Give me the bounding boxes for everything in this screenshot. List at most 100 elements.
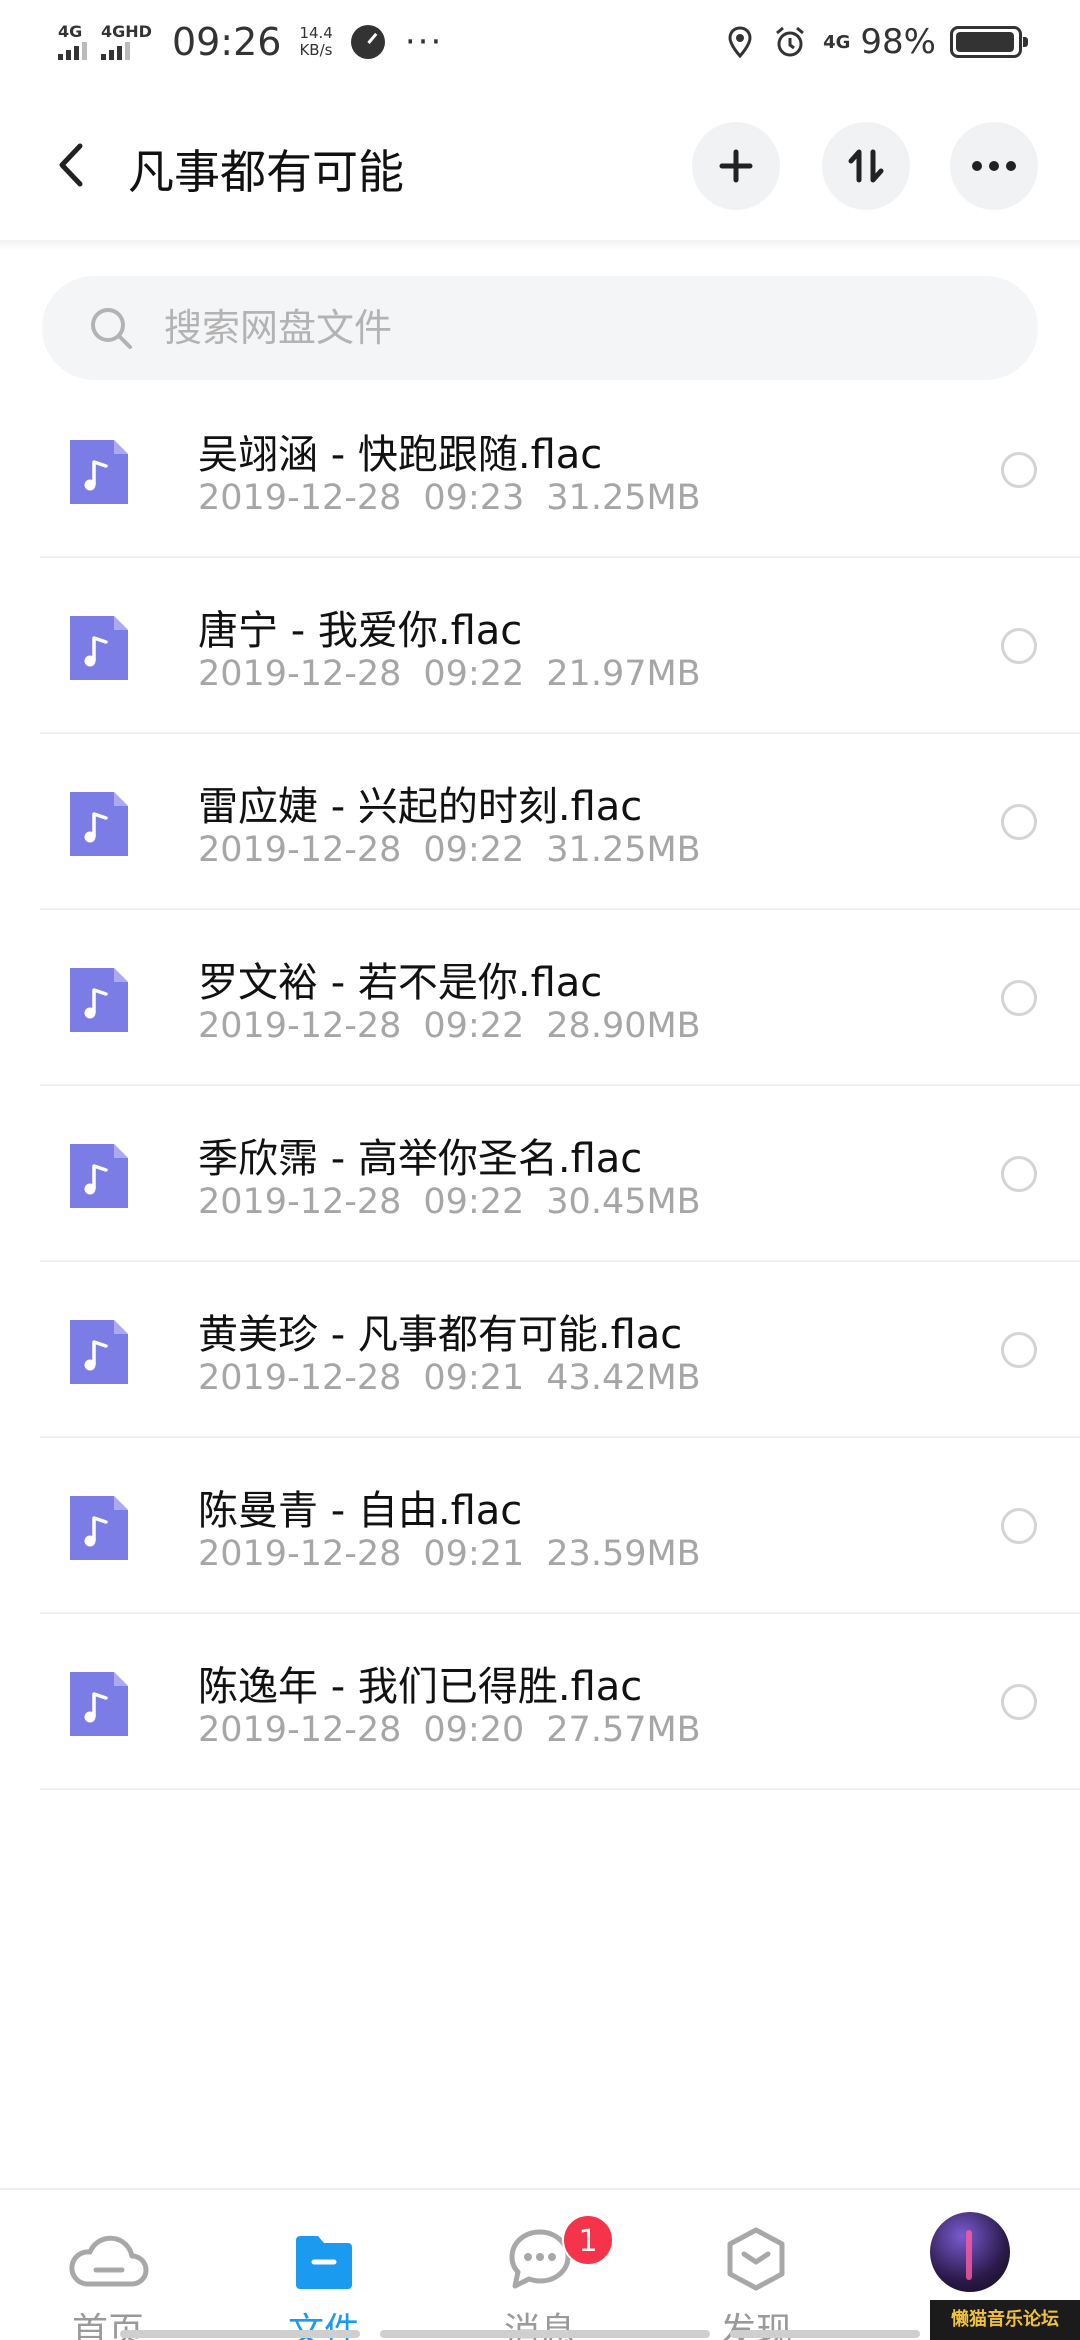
file-select-radio[interactable] — [1001, 1156, 1037, 1192]
file-time: 09:23 — [423, 478, 525, 518]
gauge-icon — [350, 25, 385, 59]
file-size: 23.59MB — [546, 1534, 701, 1574]
file-meta: 2019-12-28 09:22 28.90MB — [198, 1006, 701, 1046]
file-meta: 2019-12-28 09:22 31.25MB — [198, 830, 701, 870]
nav-home[interactable]: 首页 — [0, 2190, 216, 2340]
file-size: 27.57MB — [546, 1710, 701, 1750]
status-more-icon: ··· — [404, 22, 444, 62]
app-header: 凡事都有可能 — [0, 110, 1080, 220]
sim1-signal-icon: 4G — [58, 24, 87, 60]
file-date: 2019-12-28 — [198, 1534, 402, 1574]
file-time: 09:22 — [423, 1182, 525, 1222]
message-badge: 1 — [562, 2214, 614, 2266]
add-button[interactable] — [692, 122, 780, 210]
music-file-icon — [70, 616, 128, 680]
nav-discover[interactable]: 发现 — [648, 2190, 864, 2340]
file-meta: 2019-12-28 09:22 30.45MB — [198, 1182, 701, 1222]
search-input[interactable] — [164, 306, 924, 350]
battery-percent: 98% — [860, 22, 936, 62]
file-date: 2019-12-28 — [198, 654, 402, 694]
music-file-icon — [70, 1320, 128, 1384]
sort-icon — [848, 149, 884, 183]
file-size: 28.90MB — [546, 1006, 701, 1046]
file-date: 2019-12-28 — [198, 830, 402, 870]
file-meta: 2019-12-28 09:20 27.57MB — [198, 1710, 701, 1750]
file-row[interactable]: 陈逸年 - 我们已得胜.flac 2019-12-28 09:20 27.57MB — [0, 1614, 1080, 1790]
sim2-label: 4GHD — [101, 22, 152, 41]
search-icon — [91, 308, 132, 349]
file-select-radio[interactable] — [1001, 1684, 1037, 1720]
plus-icon — [719, 149, 753, 183]
gesture-bar-left — [120, 2330, 360, 2338]
music-file-icon — [70, 968, 128, 1032]
file-name: 黄美珍 - 凡事都有可能.flac — [198, 1312, 683, 1358]
status-time: 09:26 — [171, 20, 282, 64]
file-select-radio[interactable] — [1001, 980, 1037, 1016]
music-file-icon — [70, 792, 128, 856]
file-name: 罗文裕 - 若不是你.flac — [198, 960, 603, 1006]
sim2-signal-icon: 4GHD — [101, 24, 152, 60]
forum-watermark: 懒猫音乐论坛 — [930, 2300, 1080, 2340]
file-name: 陈逸年 - 我们已得胜.flac — [198, 1664, 643, 1710]
file-row[interactable]: 黄美珍 - 凡事都有可能.flac 2019-12-28 09:21 43.42MB — [0, 1262, 1080, 1438]
file-row[interactable]: 吴翊涵 - 快跑跟随.flac 2019-12-28 09:23 31.25MB — [0, 382, 1080, 558]
alarm-icon — [776, 26, 805, 57]
file-row[interactable]: 唐宁 - 我爱你.flac 2019-12-28 09:22 21.97MB — [0, 558, 1080, 734]
battery-icon — [950, 26, 1028, 58]
location-icon — [728, 26, 752, 59]
more-dots-icon — [972, 161, 1016, 171]
file-row[interactable]: 罗文裕 - 若不是你.flac 2019-12-28 09:22 28.90MB — [0, 910, 1080, 1086]
file-size: 30.45MB — [546, 1182, 701, 1222]
file-time: 09:22 — [423, 654, 525, 694]
file-name: 雷应婕 - 兴起的时刻.flac — [198, 784, 643, 830]
cloud-icon — [69, 2235, 149, 2287]
avatar — [930, 2212, 1010, 2292]
sim1-label: 4G — [58, 22, 83, 41]
nav-files[interactable]: 文件 — [216, 2190, 432, 2340]
file-date: 2019-12-28 — [198, 1182, 402, 1222]
gesture-bar-center — [380, 2330, 710, 2338]
file-name: 季欣霈 - 高举你圣名.flac — [198, 1136, 643, 1182]
file-select-radio[interactable] — [1001, 452, 1037, 488]
file-time: 09:21 — [423, 1358, 525, 1398]
music-file-icon — [70, 440, 128, 504]
folder-icon — [296, 2236, 352, 2289]
bottom-nav: 首页 文件 1 消息 发现 — [0, 2188, 1080, 2340]
file-size: 31.25MB — [546, 830, 701, 870]
file-select-radio[interactable] — [1001, 1332, 1037, 1368]
file-time: 09:21 — [423, 1534, 525, 1574]
file-row[interactable]: 雷应婕 - 兴起的时刻.flac 2019-12-28 09:22 31.25MB — [0, 734, 1080, 910]
file-size: 43.42MB — [546, 1358, 701, 1398]
discover-hexagon-icon — [727, 2227, 785, 2291]
file-date: 2019-12-28 — [198, 1710, 402, 1750]
file-date: 2019-12-28 — [198, 478, 402, 518]
more-options-button[interactable] — [950, 122, 1038, 210]
file-select-radio[interactable] — [1001, 1508, 1037, 1544]
network-speed-value: 14.4 — [299, 24, 333, 42]
file-date: 2019-12-28 — [198, 1006, 402, 1046]
header-divider — [0, 240, 1080, 250]
network-speed-unit: KB/s — [299, 41, 333, 59]
nav-messages[interactable]: 1 消息 — [432, 2190, 648, 2340]
file-meta: 2019-12-28 09:22 21.97MB — [198, 654, 701, 694]
screen: 4G 4GHD 09:26 14.4 KB/s ··· 4G 98% 凡事都有可… — [0, 0, 1080, 2340]
back-arrow-icon[interactable] — [52, 140, 92, 190]
network-speed: 14.4 KB/s — [299, 25, 332, 59]
music-file-icon — [70, 1144, 128, 1208]
file-meta: 2019-12-28 09:21 43.42MB — [198, 1358, 701, 1398]
file-name: 吴翊涵 - 快跑跟随.flac — [198, 432, 603, 478]
file-time: 09:22 — [423, 830, 525, 870]
gesture-bar-right — [730, 2330, 920, 2338]
file-row[interactable]: 陈曼青 - 自由.flac 2019-12-28 09:21 23.59MB — [0, 1438, 1080, 1614]
page-title: 凡事都有可能 — [128, 145, 404, 199]
file-meta: 2019-12-28 09:21 23.59MB — [198, 1534, 701, 1574]
file-select-radio[interactable] — [1001, 628, 1037, 664]
file-select-radio[interactable] — [1001, 804, 1037, 840]
sort-button[interactable] — [822, 122, 910, 210]
file-meta: 2019-12-28 09:23 31.25MB — [198, 478, 701, 518]
music-file-icon — [70, 1672, 128, 1736]
file-row[interactable]: 季欣霈 - 高举你圣名.flac 2019-12-28 09:22 30.45MB — [0, 1086, 1080, 1262]
search-bar[interactable] — [42, 276, 1038, 380]
file-name: 唐宁 - 我爱你.flac — [198, 608, 523, 654]
file-time: 09:20 — [423, 1710, 525, 1750]
